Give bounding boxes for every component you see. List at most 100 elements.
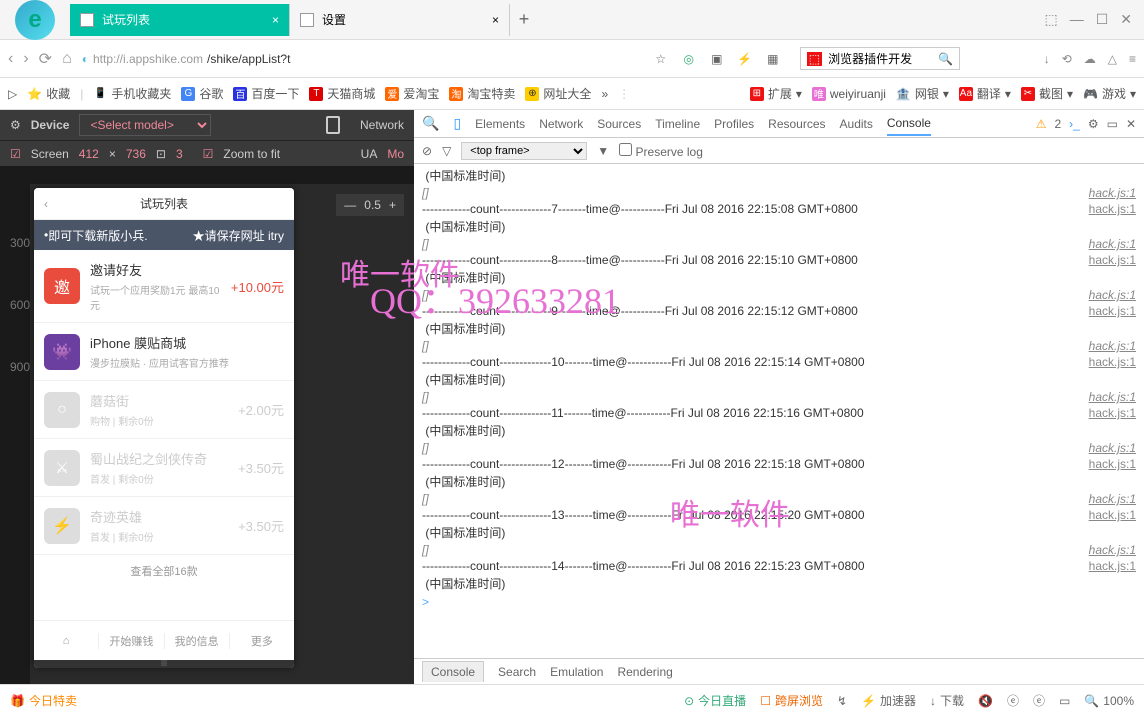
gear-icon[interactable]: ⚙ [1088, 117, 1099, 131]
back-button[interactable]: ‹ [8, 50, 13, 68]
minimize-button[interactable]: — [1070, 11, 1084, 28]
bm-bank[interactable]: 🏦网银▾ [896, 85, 949, 102]
bm-screenshot[interactable]: ✂截图▾ [1021, 85, 1073, 102]
net-icon[interactable]: ↯ [837, 694, 847, 708]
clear-icon[interactable]: ⊘ [422, 144, 432, 158]
tab-audits[interactable]: Audits [840, 113, 873, 135]
banner[interactable]: • 即可下载新版小兵. ★请保存网址 itry [34, 220, 294, 250]
cloud-icon[interactable]: ☁ [1084, 52, 1096, 66]
zoom[interactable]: 🔍100% [1084, 694, 1134, 708]
bm-ext[interactable]: ⊞扩展▾ [750, 85, 802, 102]
download-icon[interactable]: ↓ [1044, 52, 1050, 66]
tab-timeline[interactable]: Timeline [655, 113, 700, 135]
list-item[interactable]: 邀 邀请好友试玩一个应用奖励1元 最高10元 +10.00元 [34, 250, 294, 323]
close-button[interactable]: ✕ [1120, 11, 1132, 28]
inspect-icon[interactable]: 🔍 [422, 115, 439, 132]
ie-mode[interactable]: ⓔ [1033, 692, 1045, 709]
qr-icon[interactable]: ▦ [764, 50, 782, 68]
drag-handle[interactable]: ≡ [34, 660, 294, 668]
tab-network[interactable]: Network [539, 113, 583, 135]
tab-more[interactable]: 更多 [229, 633, 294, 649]
tab-sources[interactable]: Sources [597, 113, 641, 135]
tab-console[interactable]: Console [887, 112, 931, 136]
back-icon[interactable]: ‹ [44, 197, 48, 211]
new-tab-button[interactable]: + [510, 9, 538, 30]
orientation-icon[interactable] [326, 116, 340, 134]
source-link[interactable]: hack.js:1 [1089, 304, 1136, 318]
model-select[interactable]: <Select model> [79, 114, 211, 136]
chevron-down-icon[interactable]: ▼ [597, 144, 609, 158]
filter-icon[interactable]: ▽ [442, 144, 451, 158]
overflow-icon[interactable]: » [601, 87, 608, 101]
forward-button[interactable]: › [23, 50, 28, 68]
source-link[interactable]: hack.js:1 [1089, 508, 1136, 522]
warn-icon[interactable]: ⚠ [1036, 117, 1047, 131]
dock-icon[interactable]: ▭ [1107, 117, 1118, 131]
drawer-rendering[interactable]: Rendering [617, 665, 672, 679]
zoom-label[interactable]: Zoom to fit [223, 147, 280, 161]
height-value[interactable]: 736 [126, 147, 146, 161]
bm-google[interactable]: G谷歌 [181, 85, 223, 102]
split-icon[interactable]: ▭ [1059, 694, 1070, 708]
tab-earn[interactable]: 开始赚钱 [98, 633, 163, 649]
cross-screen[interactable]: ☐跨屏浏览 [760, 692, 823, 709]
console-output[interactable]: (中国标准时间)[]hack.js:1------------count----… [414, 164, 1144, 658]
accelerator[interactable]: ⚡加速器 [861, 692, 916, 709]
zoom-in[interactable]: + [389, 198, 396, 212]
mute-icon[interactable]: 🔇 [978, 694, 993, 708]
compass-icon[interactable]: ◎ [680, 50, 698, 68]
frame-select[interactable]: <top frame> [461, 142, 587, 160]
home-button[interactable]: ⌂ [62, 50, 72, 68]
phone-viewport[interactable]: ‹ 试玩列表 • 即可下载新版小兵. ★请保存网址 itry 邀 邀请好友试玩一… [34, 188, 294, 668]
drawer-search[interactable]: Search [498, 665, 536, 679]
history-icon[interactable]: ⟲ [1062, 52, 1072, 66]
source-link[interactable]: hack.js:1 [1089, 457, 1136, 471]
dpr-value[interactable]: 3 [176, 147, 183, 161]
tab-profiles[interactable]: Profiles [714, 113, 754, 135]
bm-taobao[interactable]: 淘淘宝特卖 [449, 85, 515, 102]
drawer-icon[interactable]: ›_ [1069, 117, 1080, 131]
source-link[interactable]: hack.js:1 [1089, 186, 1136, 200]
bm-weiyi[interactable]: 唯weiyiruanji [812, 85, 886, 102]
tab-resources[interactable]: Resources [768, 113, 825, 135]
list-item[interactable]: ○ 蘑菇街购物 | 剩余0份 +2.00元 [34, 381, 294, 439]
bm-nav[interactable]: ⊕网址大全 [525, 85, 591, 102]
tab-active[interactable]: 试玩列表 × [70, 4, 290, 36]
list-item[interactable]: 👾 iPhone 膜贴商城漫步拉膜贴 · 应用试客官方推荐 [34, 323, 294, 381]
tab-home[interactable]: ⌂ [34, 635, 98, 647]
bm-translate[interactable]: Aa翻译▾ [959, 85, 1011, 102]
ie-icon[interactable]: ⓔ [1007, 692, 1019, 709]
device-icon[interactable]: ▯ [453, 115, 461, 132]
bm-game[interactable]: 🎮游戏▾ [1083, 85, 1136, 102]
drawer-emulation[interactable]: Emulation [550, 665, 603, 679]
bm-tmall[interactable]: T天猫商城 [309, 85, 375, 102]
live[interactable]: ⊙今日直播 [684, 692, 746, 709]
close-icon[interactable]: × [492, 13, 499, 27]
source-link[interactable]: hack.js:1 [1089, 406, 1136, 420]
zoom-out[interactable]: — [344, 198, 356, 212]
console-prompt[interactable]: > [414, 593, 1144, 611]
source-link[interactable]: hack.js:1 [1089, 288, 1136, 302]
source-link[interactable]: hack.js:1 [1089, 339, 1136, 353]
menu-icon[interactable]: ≡ [1129, 52, 1136, 66]
source-link[interactable]: hack.js:1 [1089, 237, 1136, 251]
flash-icon[interactable]: ⚡ [736, 50, 754, 68]
view-all[interactable]: 查看全部16款 [34, 555, 294, 587]
tab[interactable]: 设置 × [290, 4, 510, 36]
search-icon[interactable]: 🔍 [938, 52, 953, 66]
star-icon[interactable]: ☆ [652, 50, 670, 68]
source-link[interactable]: hack.js:1 [1089, 202, 1136, 216]
tab-info[interactable]: 我的信息 [164, 633, 229, 649]
url-field[interactable]: ◐ http://i.appshike.com/shike/appList?t [82, 52, 642, 66]
triangle-icon[interactable]: △ [1108, 52, 1117, 66]
maximize-button[interactable]: ☐ [1096, 11, 1109, 28]
camera-icon[interactable]: ▣ [708, 50, 726, 68]
bm-aitao[interactable]: 爱爱淘宝 [385, 85, 439, 102]
bm-baidu[interactable]: 百百度一下 [233, 85, 299, 102]
source-link[interactable]: hack.js:1 [1089, 543, 1136, 557]
drawer-console[interactable]: Console [422, 661, 484, 682]
list-item[interactable]: ⚡ 奇迹英雄首发 | 剩余0份 +3.50元 [34, 497, 294, 555]
width-value[interactable]: 412 [79, 147, 99, 161]
preserve-log[interactable]: Preserve log [619, 143, 703, 159]
source-link[interactable]: hack.js:1 [1089, 253, 1136, 267]
